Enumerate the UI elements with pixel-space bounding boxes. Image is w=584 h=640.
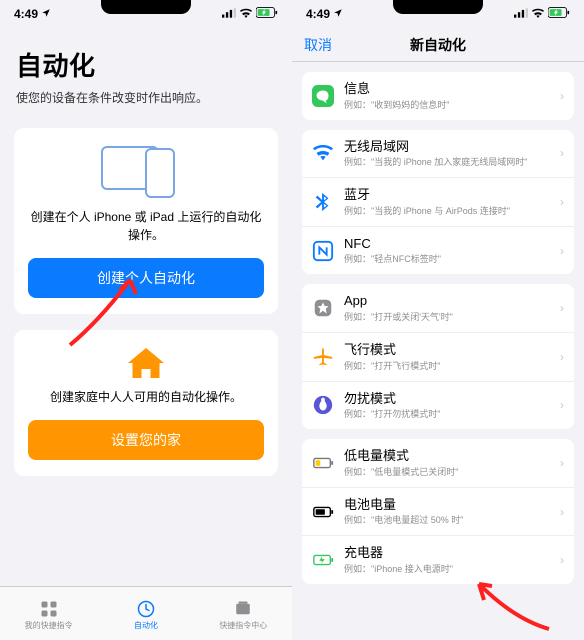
trigger-subtitle: 例如："iPhone 接入电源时" — [344, 562, 560, 575]
chevron-right-icon: › — [560, 456, 564, 470]
trigger-group: App例如："打开或关闭'天气'时"›飞行模式例如："打开飞行模式时"›勿扰模式… — [302, 284, 574, 429]
chevron-right-icon: › — [560, 89, 564, 103]
cancel-button[interactable]: 取消 — [304, 35, 332, 55]
trigger-title: 勿扰模式 — [344, 391, 560, 407]
trigger-title: 充电器 — [344, 545, 560, 561]
battery-icon — [256, 7, 278, 21]
trigger-subtitle: 例如："轻点NFC标签时" — [344, 252, 560, 265]
tab-automation[interactable]: 自动化 — [97, 600, 194, 631]
trigger-subtitle: 例如："当我的 iPhone 与 AirPods 连接时" — [344, 204, 560, 217]
trigger-row-charger[interactable]: 充电器例如："iPhone 接入电源时"› — [302, 536, 574, 584]
trigger-title: 无线局域网 — [344, 139, 560, 155]
trigger-subtitle: 例如："电池电量超过 50% 时" — [344, 513, 560, 526]
trigger-subtitle: 例如："当我的 iPhone 加入家庭无线局域网时" — [344, 155, 560, 168]
trigger-title: 低电量模式 — [344, 448, 560, 464]
message-icon — [312, 85, 334, 107]
trigger-row-nfc[interactable]: NFC例如："轻点NFC标签时"› — [302, 227, 574, 275]
home-automation-card: 创建家庭中人人可用的自动化操作。 设置您的家 — [14, 330, 278, 476]
trigger-subtitle: 例如："低电量模式已关闭时" — [344, 465, 560, 478]
trigger-title: App — [344, 293, 560, 309]
chevron-right-icon: › — [560, 195, 564, 209]
bluetooth-icon — [312, 191, 334, 213]
trigger-title: 蓝牙 — [344, 187, 560, 203]
signal-icon — [222, 7, 236, 21]
modal-header: 取消 新自动化 — [292, 28, 584, 62]
trigger-row-message[interactable]: 信息例如："收到妈妈的信息时"› — [302, 72, 574, 120]
chevron-right-icon: › — [560, 350, 564, 364]
trigger-row-bluetooth[interactable]: 蓝牙例如："当我的 iPhone 与 AirPods 连接时"› — [302, 178, 574, 227]
tab-label: 快捷指令中心 — [219, 620, 267, 631]
location-icon — [333, 7, 343, 21]
signal-icon — [514, 7, 528, 21]
tab-label: 自动化 — [134, 620, 158, 631]
trigger-subtitle: 例如："打开或关闭'天气'时" — [344, 310, 560, 323]
trigger-row-battery[interactable]: 电池电量例如："电池电量超过 50% 时"› — [302, 488, 574, 537]
trigger-group: 信息例如："收到妈妈的信息时"› — [302, 72, 574, 120]
battery-icon — [548, 7, 570, 21]
chevron-right-icon: › — [560, 146, 564, 160]
card-description: 创建家庭中人人可用的自动化操作。 — [50, 388, 242, 406]
tab-bar: 我的快捷指令 自动化 快捷指令中心 — [0, 586, 292, 640]
page-title: 自动化 — [16, 46, 276, 83]
trigger-row-dnd[interactable]: 勿扰模式例如："打开勿扰模式时"› — [302, 382, 574, 430]
location-icon — [41, 7, 51, 21]
phone-right-new-automation: 4:49 取消 新自动化 信息例如："收到妈妈的信息时"›无线局域网例如："当我… — [292, 0, 584, 640]
notch — [393, 0, 483, 14]
trigger-group: 无线局域网例如："当我的 iPhone 加入家庭无线局域网时"›蓝牙例如："当我… — [302, 130, 574, 275]
trigger-subtitle: 例如："打开勿扰模式时" — [344, 407, 560, 420]
app-icon — [312, 297, 334, 319]
phone-left-automation: 4:49 自动化 使您的设备在条件改变时作出响应。 创建在个人 iPhone 或… — [0, 0, 292, 640]
status-time: 4:49 — [14, 7, 38, 21]
trigger-row-wifi[interactable]: 无线局域网例如："当我的 iPhone 加入家庭无线局域网时"› — [302, 130, 574, 179]
chevron-right-icon: › — [560, 244, 564, 258]
trigger-title: NFC — [344, 236, 560, 252]
trigger-subtitle: 例如："打开飞行模式时" — [344, 359, 560, 372]
chevron-right-icon: › — [560, 553, 564, 567]
nfc-icon — [312, 240, 334, 262]
trigger-title: 飞行模式 — [344, 342, 560, 358]
notch — [101, 0, 191, 14]
trigger-row-lowbatt[interactable]: 低电量模式例如："低电量模式已关闭时"› — [302, 439, 574, 488]
trigger-row-app[interactable]: App例如："打开或关闭'天气'时"› — [302, 284, 574, 333]
chevron-right-icon: › — [560, 398, 564, 412]
status-time: 4:49 — [306, 7, 330, 21]
home-icon — [128, 348, 164, 378]
create-personal-automation-button[interactable]: 创建个人自动化 — [28, 258, 264, 298]
wifi-icon — [239, 7, 253, 21]
airplane-icon — [312, 346, 334, 368]
dnd-icon — [312, 394, 334, 416]
trigger-subtitle: 例如："收到妈妈的信息时" — [344, 98, 560, 111]
tab-gallery[interactable]: 快捷指令中心 — [195, 600, 292, 631]
page-subtitle: 使您的设备在条件改变时作出响应。 — [16, 89, 276, 106]
tab-my-shortcuts[interactable]: 我的快捷指令 — [0, 600, 97, 631]
trigger-row-airplane[interactable]: 飞行模式例如："打开飞行模式时"› — [302, 333, 574, 382]
wifi-icon — [312, 142, 334, 164]
trigger-group: 低电量模式例如："低电量模式已关闭时"›电池电量例如："电池电量超过 50% 时… — [302, 439, 574, 584]
lowbatt-icon — [312, 452, 334, 474]
card-description: 创建在个人 iPhone 或 iPad 上运行的自动化操作。 — [28, 208, 264, 244]
modal-title: 新自动化 — [410, 35, 466, 55]
chevron-right-icon: › — [560, 505, 564, 519]
devices-icon — [101, 146, 191, 198]
battery-icon — [312, 501, 334, 523]
wifi-icon — [531, 7, 545, 21]
chevron-right-icon: › — [560, 301, 564, 315]
tab-label: 我的快捷指令 — [25, 620, 73, 631]
charger-icon — [312, 549, 334, 571]
personal-automation-card: 创建在个人 iPhone 或 iPad 上运行的自动化操作。 创建个人自动化 — [14, 128, 278, 314]
trigger-title: 信息 — [344, 81, 560, 97]
trigger-title: 电池电量 — [344, 497, 560, 513]
setup-home-button[interactable]: 设置您的家 — [28, 420, 264, 460]
